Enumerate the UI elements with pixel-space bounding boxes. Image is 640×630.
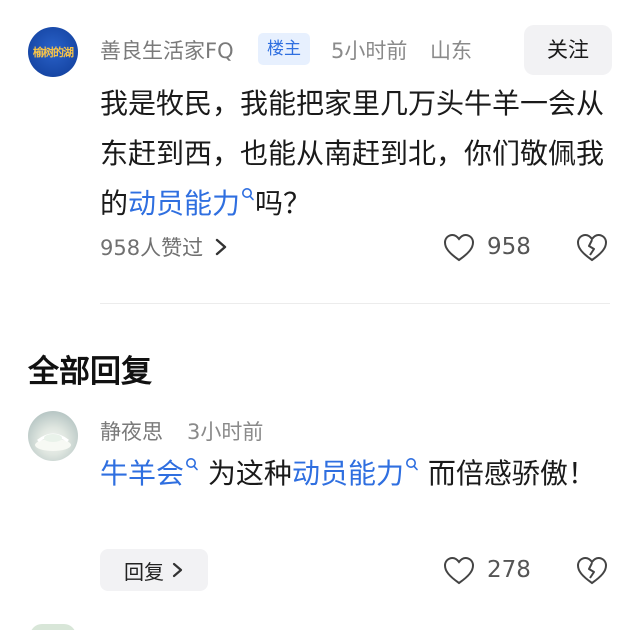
search-mark-icon [186,457,198,470]
reply-author-avatar[interactable] [28,411,78,461]
topic-link-label[interactable]: 动员能力 [128,187,240,220]
op-badge: 楼主 [258,33,310,65]
reply-button[interactable]: 回复 [100,549,208,591]
avatar-logo-text: 榆树的湖 [33,46,74,59]
post-text-suffix: 吗？ [255,187,312,220]
next-reply-avatar-peek [30,624,76,630]
chevron-right-icon [215,238,227,256]
likers-link[interactable]: 958人赞过 [100,232,229,262]
reply-text-suffix: 而倍感骄傲！ [427,457,596,490]
search-mark-icon [405,457,418,470]
post-location: 山东 [430,39,472,63]
topic-link-label[interactable]: 动员能力 [292,457,404,490]
heart-outline-icon[interactable] [443,556,475,586]
author-avatar[interactable]: 榆树的湖 [28,27,78,77]
author-name[interactable]: 善良生活家FQ [100,35,234,65]
topic-link-dongyuan[interactable]: 动员能力 [128,187,255,220]
reply-like-count: 278 [487,557,531,583]
reply-content: 牛羊会 为这种动员能力 而倍感骄傲！ [100,449,620,498]
search-mark-icon [242,187,254,200]
post-card: 榆树的湖 善良生活家FQ 楼主 5小时前 山东 关注 我是牧民，我能把家里几万头… [0,0,640,300]
replies-section-title: 全部回复 [28,354,152,390]
heart-outline-icon[interactable] [443,233,475,263]
topic-link-niuyanghui[interactable]: 牛羊会 [100,457,199,490]
post-time: 5小时前 [331,39,408,63]
broken-heart-icon[interactable] [576,233,608,263]
section-divider [100,303,610,304]
post-like-count: 958 [487,234,531,260]
avatar-image [35,433,71,451]
topic-link-label[interactable]: 牛羊会 [100,457,184,490]
topic-link-dongyuan[interactable]: 动员能力 [292,457,419,490]
reply-button-label: 回复 [124,559,164,584]
likers-text: 958人赞过 [100,236,204,260]
post-content: 我是牧民，我能把家里几万头牛羊一会从东赶到西，也能从南赶到北，你们敬佩我的动员能… [100,79,620,229]
chevron-right-icon [172,562,183,578]
follow-button[interactable]: 关注 [524,25,612,75]
reply-author-name[interactable]: 静夜思 [100,416,163,446]
reply-text-mid: 为这种 [207,457,292,490]
broken-heart-icon[interactable] [576,556,608,586]
reply-time: 3小时前 [187,420,264,444]
